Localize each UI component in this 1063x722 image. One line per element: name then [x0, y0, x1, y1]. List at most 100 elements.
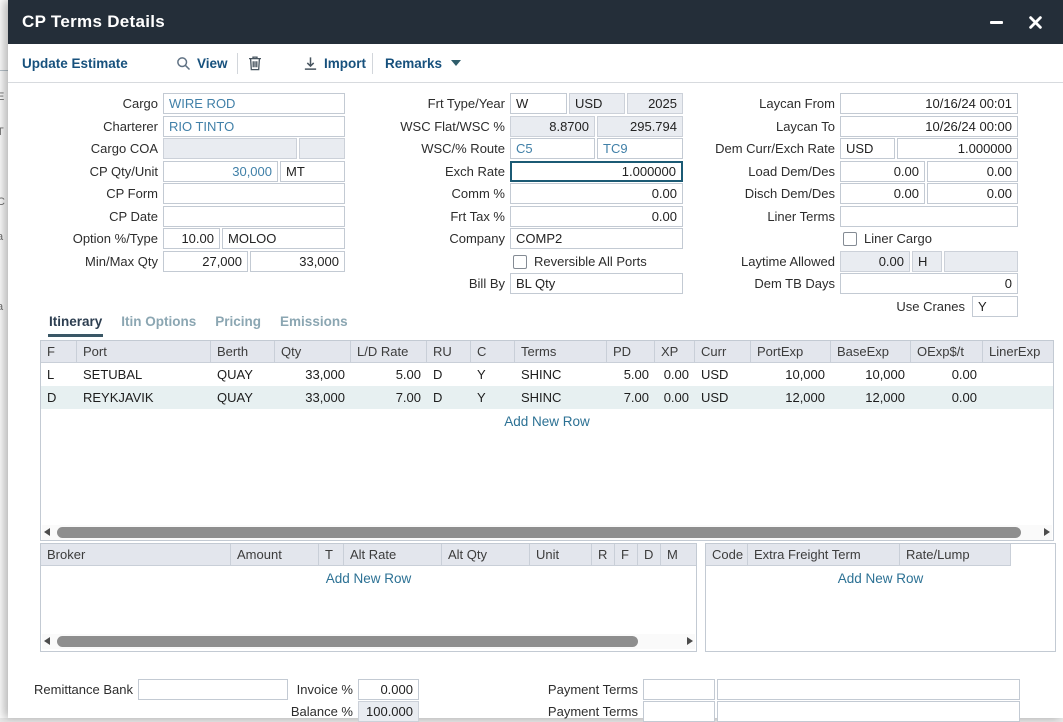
- remarks-dropdown-button[interactable]: Remarks: [385, 44, 461, 82]
- laytime-allowed-label: Laytime Allowed: [668, 251, 835, 272]
- itin-cell[interactable]: 7.00: [351, 386, 427, 409]
- itin-col-c: C: [471, 341, 515, 363]
- itin-cell[interactable]: SETUBAL: [77, 363, 211, 386]
- itin-cell[interactable]: Y: [471, 386, 515, 409]
- extra-freight-add-new-row-link[interactable]: Add New Row: [706, 571, 1055, 586]
- itin-cell[interactable]: 0.00: [655, 386, 695, 409]
- use-cranes-field[interactable]: Y: [972, 296, 1018, 317]
- update-estimate-button[interactable]: Update Estimate: [22, 44, 128, 82]
- import-label: Import: [324, 56, 366, 71]
- laycan-to-field[interactable]: 10/26/24 00:00: [840, 116, 1018, 137]
- payment-terms-1-description-field[interactable]: [717, 679, 1020, 700]
- itin-cell[interactable]: 33,000: [275, 363, 351, 386]
- tab-emissions[interactable]: Emissions: [279, 312, 349, 337]
- itin-cell[interactable]: REYKJAVIK: [77, 386, 211, 409]
- itin-cell[interactable]: 0.00: [911, 386, 983, 409]
- payment-terms-1-code-field[interactable]: [643, 679, 715, 700]
- cargo-field[interactable]: WIRE ROD: [163, 93, 345, 114]
- broker-add-new-row-link[interactable]: Add New Row: [41, 571, 696, 586]
- close-button[interactable]: [1022, 0, 1048, 44]
- cp-unit-field[interactable]: MT: [280, 161, 345, 182]
- payment-terms-2-code-field[interactable]: [643, 701, 715, 722]
- reversible-all-ports-checkbox[interactable]: [513, 255, 527, 269]
- bill-by-field[interactable]: BL Qty: [510, 273, 683, 294]
- itin-cell[interactable]: 33,000: [275, 386, 351, 409]
- frt-type-field[interactable]: W: [510, 93, 567, 114]
- itin-cell[interactable]: D: [41, 386, 77, 409]
- comm-pct-field[interactable]: 0.00: [510, 183, 683, 204]
- frt-tax-field[interactable]: 0.00: [510, 206, 683, 227]
- itin-cell[interactable]: USD: [695, 363, 751, 386]
- itin-cell[interactable]: 10,000: [831, 363, 911, 386]
- tab-itinerary[interactable]: Itinerary: [48, 312, 103, 337]
- disch-dem-field[interactable]: 0.00: [840, 183, 925, 204]
- view-button[interactable]: View: [176, 44, 228, 82]
- itin-cell[interactable]: Y: [471, 363, 515, 386]
- itin-cell[interactable]: 12,000: [751, 386, 831, 409]
- dem-curr-exch-rate-label: Dem Curr/Exch Rate: [668, 138, 835, 159]
- broker-header-row: Broker Amount T Alt Rate Alt Qty Unit R …: [41, 544, 696, 566]
- broker-hscroll-thumb[interactable]: [57, 636, 638, 647]
- itin-cell[interactable]: 0.00: [655, 363, 695, 386]
- itin-cell[interactable]: D: [427, 386, 471, 409]
- charterer-field[interactable]: RIO TINTO: [163, 116, 345, 137]
- load-dem-field[interactable]: 0.00: [840, 161, 925, 182]
- cp-qty-field[interactable]: 30,000: [163, 161, 278, 182]
- laycan-from-label: Laycan From: [668, 93, 835, 114]
- max-qty-field[interactable]: 33,000: [250, 251, 345, 272]
- itin-col-xp: XP: [655, 341, 695, 363]
- import-button[interactable]: Import: [303, 44, 366, 82]
- option-pct-field[interactable]: 10.00: [163, 228, 220, 249]
- itin-cell[interactable]: 0.00: [911, 363, 983, 386]
- itin-cell[interactable]: SHINC: [515, 386, 607, 409]
- company-field[interactable]: COMP2: [510, 228, 683, 249]
- scroll-right-arrow[interactable]: [1044, 528, 1050, 536]
- broker-col-r: R: [592, 544, 615, 566]
- load-des-field[interactable]: 0.00: [927, 161, 1018, 182]
- option-type-field[interactable]: MOLOO: [222, 228, 345, 249]
- itin-cell[interactable]: L: [41, 363, 77, 386]
- dem-exch-rate-field[interactable]: 1.000000: [897, 138, 1018, 159]
- laycan-from-field[interactable]: 10/16/24 00:01: [840, 93, 1018, 114]
- itin-cell[interactable]: D: [427, 363, 471, 386]
- itin-cell[interactable]: 12,000: [831, 386, 911, 409]
- liner-terms-field[interactable]: [840, 206, 1018, 227]
- itin-cell[interactable]: SHINC: [515, 363, 607, 386]
- itin-cell[interactable]: 10,000: [751, 363, 831, 386]
- scroll-left-arrow[interactable]: [44, 637, 50, 645]
- min-qty-field[interactable]: 27,000: [163, 251, 248, 272]
- invoice-pct-field[interactable]: 0.000: [358, 679, 419, 700]
- broker-col-unit: Unit: [530, 544, 592, 566]
- itin-cell[interactable]: 5.00: [607, 363, 655, 386]
- itin-cell[interactable]: 5.00: [351, 363, 427, 386]
- payment-terms-2-description-field[interactable]: [717, 701, 1020, 722]
- wsc-route1-field[interactable]: C5: [510, 138, 595, 159]
- minimize-button[interactable]: [983, 0, 1009, 44]
- itin-cell[interactable]: QUAY: [211, 363, 275, 386]
- cp-date-field[interactable]: [163, 206, 345, 227]
- liner-cargo-row: Liner Cargo: [843, 228, 932, 249]
- delete-button[interactable]: [248, 44, 262, 82]
- itin-cell[interactable]: [983, 363, 1053, 386]
- itinerary-add-new-row-link[interactable]: Add New Row: [41, 414, 1053, 429]
- itin-cell[interactable]: [983, 386, 1053, 409]
- cp-form-field[interactable]: [163, 183, 345, 204]
- itinerary-hscroll-thumb[interactable]: [57, 527, 1021, 538]
- broker-col-amount: Amount: [231, 544, 319, 566]
- scroll-left-arrow[interactable]: [44, 528, 50, 536]
- itin-cell[interactable]: QUAY: [211, 386, 275, 409]
- itin-cell[interactable]: 7.00: [607, 386, 655, 409]
- cp-date-label: CP Date: [8, 206, 158, 227]
- extra-col-code: Code: [706, 544, 748, 566]
- dem-tb-days-field[interactable]: 0: [840, 273, 1018, 294]
- liner-cargo-checkbox[interactable]: [843, 232, 857, 246]
- broker-col-m: M: [661, 544, 696, 566]
- scroll-right-arrow[interactable]: [687, 637, 693, 645]
- disch-des-field[interactable]: 0.00: [927, 183, 1018, 204]
- tab-itin-options[interactable]: Itin Options: [120, 312, 197, 337]
- itin-cell[interactable]: USD: [695, 386, 751, 409]
- dem-curr-field[interactable]: USD: [840, 138, 895, 159]
- tab-pricing[interactable]: Pricing: [214, 312, 262, 337]
- exch-rate-field[interactable]: 1.000000: [510, 161, 683, 182]
- broker-col-broker: Broker: [41, 544, 231, 566]
